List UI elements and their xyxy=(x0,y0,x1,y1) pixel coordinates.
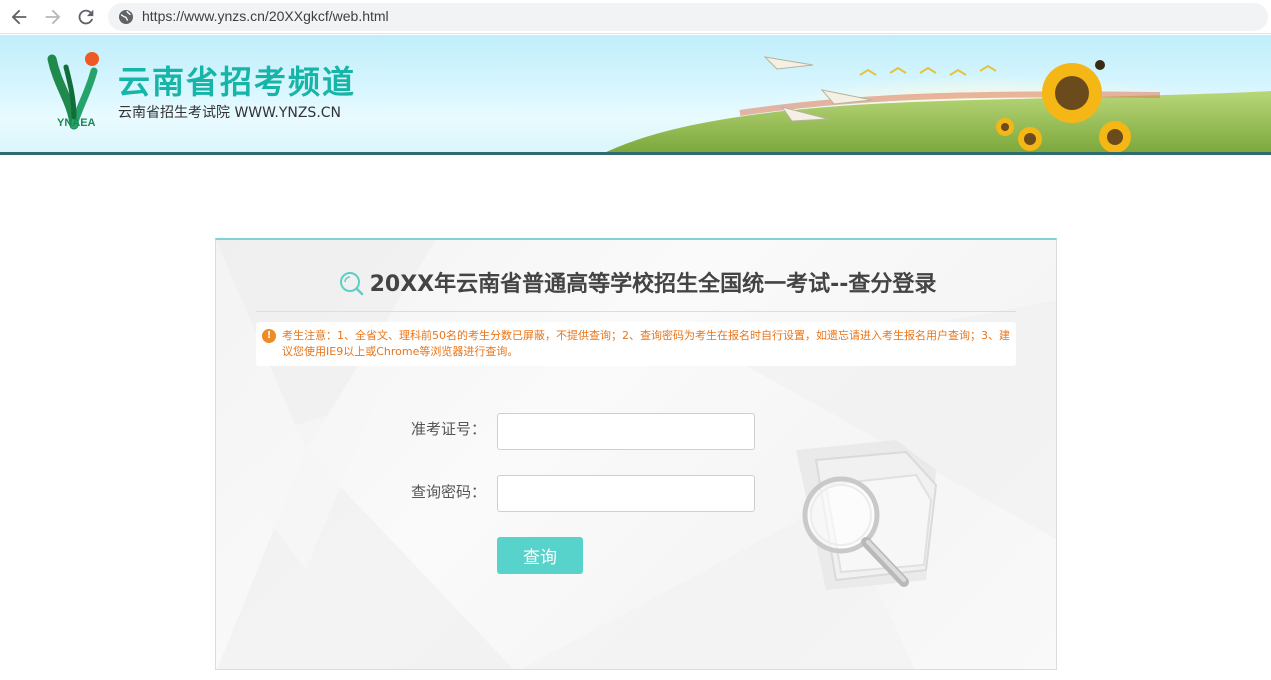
notice-text: 考生注意：1、全省文、理科前50名的考生分数已屏蔽，不提供查询；2、查询密码为考… xyxy=(282,329,1010,358)
address-bar[interactable]: https://www.ynzs.cn/20XXgkcf/web.html xyxy=(108,3,1268,31)
warning-icon: ! xyxy=(262,329,276,343)
url-text: https://www.ynzs.cn/20XXgkcf/web.html xyxy=(142,8,389,24)
forward-arrow-icon[interactable] xyxy=(42,6,64,28)
globe-icon xyxy=(118,9,134,25)
site-banner: YNAEA 云南省招考频道 云南省招生考试院 WWW.YNZS.CN xyxy=(0,35,1271,155)
browser-toolbar: https://www.ynzs.cn/20XXgkcf/web.html xyxy=(0,0,1271,34)
back-arrow-icon[interactable] xyxy=(8,6,30,28)
title-divider xyxy=(256,311,1016,312)
site-title: 云南省招考频道 xyxy=(118,63,357,101)
password-input[interactable] xyxy=(497,475,755,512)
panel-title-text: 20XX年云南省普通高等学校招生全国统一考试--查分登录 xyxy=(369,272,937,297)
exam-id-label: 准考证号： xyxy=(410,420,486,438)
magnifier-icon xyxy=(796,440,938,590)
reload-icon[interactable] xyxy=(75,6,97,28)
query-button[interactable]: 查询 xyxy=(497,537,583,574)
logo-text: YNAEA xyxy=(57,117,96,129)
site-subtitle: 云南省招生考试院 WWW.YNZS.CN xyxy=(118,105,342,121)
notice-box: ! 考生注意：1、全省文、理科前50名的考生分数已屏蔽，不提供查询；2、查询密码… xyxy=(256,322,1016,366)
banner-divider xyxy=(0,152,1271,155)
password-label: 查询密码： xyxy=(410,483,486,501)
search-icon xyxy=(339,272,363,296)
exam-id-input[interactable] xyxy=(497,413,755,450)
sunflower-field-image xyxy=(600,56,1271,155)
score-login-panel: 20XX年云南省普通高等学校招生全国统一考试--查分登录 ! 考生注意：1、全省… xyxy=(215,238,1057,670)
panel-title: 20XX年云南省普通高等学校招生全国统一考试--查分登录 xyxy=(216,266,1056,298)
